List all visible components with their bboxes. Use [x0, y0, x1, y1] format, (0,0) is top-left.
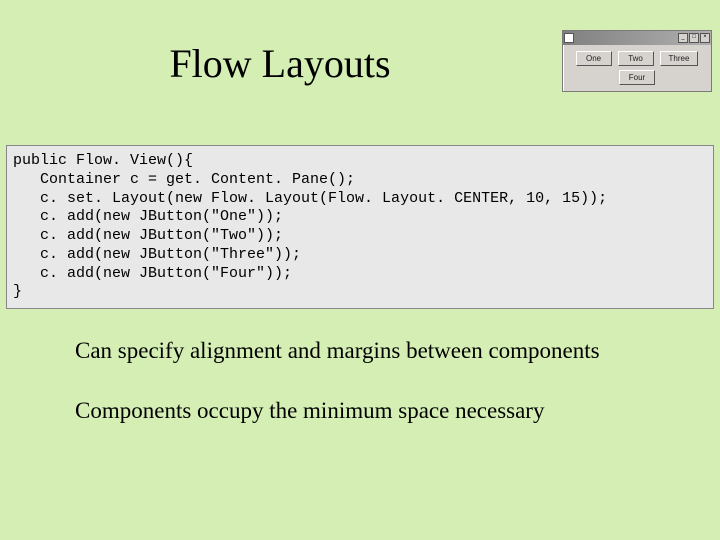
code-block: public Flow. View(){ Container c = get. … — [6, 145, 714, 309]
demo-button-four[interactable]: Four — [619, 70, 655, 85]
code-line: } — [13, 283, 22, 300]
maximize-icon[interactable]: □ — [689, 33, 699, 43]
code-line: Container c = get. Content. Pane(); — [13, 171, 355, 188]
demo-button-two[interactable]: Two — [618, 51, 654, 66]
demo-body: One Two Three Four — [563, 45, 711, 91]
close-icon[interactable]: × — [700, 33, 710, 43]
code-line: c. add(new JButton("One")); — [13, 208, 283, 225]
demo-titlebar: _ □ × — [563, 31, 711, 45]
body-text-1: Can specify alignment and margins betwee… — [75, 338, 600, 364]
minimize-icon[interactable]: _ — [678, 33, 688, 43]
demo-button-one[interactable]: One — [576, 51, 612, 66]
code-line: public Flow. View(){ — [13, 152, 193, 169]
demo-button-three[interactable]: Three — [660, 51, 699, 66]
code-line: c. add(new JButton("Four")); — [13, 265, 292, 282]
slide-title: Flow Layouts — [0, 40, 560, 87]
window-controls: _ □ × — [678, 33, 710, 43]
demo-window: _ □ × One Two Three Four — [562, 30, 712, 92]
code-line: c. set. Layout(new Flow. Layout(Flow. La… — [13, 190, 607, 207]
java-icon — [564, 33, 574, 43]
code-line: c. add(new JButton("Three")); — [13, 246, 301, 263]
body-text-2: Components occupy the minimum space nece… — [75, 398, 544, 424]
code-line: c. add(new JButton("Two")); — [13, 227, 283, 244]
